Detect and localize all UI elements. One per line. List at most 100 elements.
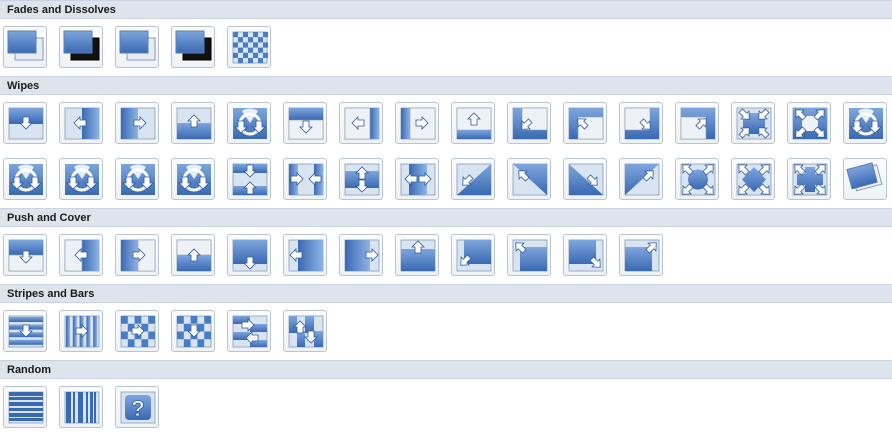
comb-vertical-icon [288, 315, 324, 348]
push-left-icon [64, 239, 100, 272]
transition-uncover-right-button[interactable] [395, 102, 439, 144]
transition-cut-through-black-button[interactable] [171, 26, 215, 68]
newsflash-icon [846, 162, 883, 192]
cut-through-black-icon [175, 30, 212, 61]
transition-box-in-button[interactable] [731, 102, 775, 144]
transition-wheel-8-spokes-button[interactable] [171, 158, 215, 200]
cover-right-up-icon [624, 239, 660, 272]
transition-cover-right-button[interactable] [339, 234, 383, 276]
section-header: Random [0, 360, 892, 379]
strips-right-up-icon [624, 163, 660, 196]
section-fades-and-dissolves: Fades and Dissolves [0, 0, 892, 68]
transition-fade-through-black-button[interactable] [59, 26, 103, 68]
transition-split-horizontal-in-button[interactable] [227, 158, 271, 200]
transition-comb-vertical-button[interactable] [283, 310, 327, 352]
transition-uncover-right-down-button[interactable] [619, 102, 663, 144]
fade-smoothly-icon [7, 30, 44, 61]
cut-icon [119, 30, 156, 61]
strips-right-down-icon [568, 163, 604, 196]
push-right-icon [120, 239, 156, 272]
transition-uncover-right-up-button[interactable] [675, 102, 719, 144]
transition-uncover-left-up-button[interactable] [563, 102, 607, 144]
split-horizontal-out-icon [344, 163, 380, 196]
transition-blinds-vertical-button[interactable] [59, 310, 103, 352]
uncover-left-down-icon [512, 107, 548, 140]
transition-strips-right-up-button[interactable] [619, 158, 663, 200]
transition-comb-horizontal-button[interactable] [227, 310, 271, 352]
transition-wheel-2-spokes-button[interactable] [3, 158, 47, 200]
transition-uncover-up-button[interactable] [451, 102, 495, 144]
transition-wheel-1-spoke-button[interactable] [843, 102, 887, 144]
transition-cover-down-button[interactable] [227, 234, 271, 276]
transition-checkerboard-across-button[interactable] [115, 310, 159, 352]
transition-push-right-button[interactable] [115, 234, 159, 276]
uncover-left-up-icon [568, 107, 604, 140]
transition-wipe-left-button[interactable] [59, 102, 103, 144]
split-horizontal-in-icon [232, 163, 268, 196]
cover-left-down-icon [456, 239, 492, 272]
transition-push-up-button[interactable] [171, 234, 215, 276]
transition-fade-smoothly-button[interactable] [3, 26, 47, 68]
section-random: Random ? [0, 360, 892, 428]
cover-down-icon [232, 239, 268, 272]
checkerboard-across-icon [120, 315, 156, 348]
transition-wheel-3-spokes-button[interactable] [59, 158, 103, 200]
transition-random-bars-vertical-button[interactable] [59, 386, 103, 428]
transition-strips-left-down-button[interactable] [451, 158, 495, 200]
transition-newsflash-button[interactable] [843, 158, 887, 200]
box-in-icon [736, 107, 772, 140]
transition-cover-left-down-button[interactable] [451, 234, 495, 276]
push-up-icon [176, 239, 212, 272]
transition-wedge-button[interactable] [227, 102, 271, 144]
checkerboard-down-icon [176, 315, 212, 348]
wheel-3-spokes-icon [65, 164, 99, 195]
gallery-row [3, 26, 283, 68]
fade-through-black-icon [63, 30, 100, 61]
transition-cut-button[interactable] [115, 26, 159, 68]
transition-wipe-right-button[interactable] [115, 102, 159, 144]
transition-cover-right-up-button[interactable] [619, 234, 663, 276]
section-header: Push and Cover [0, 208, 892, 227]
transition-uncover-left-down-button[interactable] [507, 102, 551, 144]
uncover-right-down-icon [624, 107, 660, 140]
cover-right-down-icon [568, 239, 604, 272]
wipe-left-icon [64, 107, 100, 140]
transition-wipe-up-button[interactable] [171, 102, 215, 144]
transition-split-horizontal-out-button[interactable] [339, 158, 383, 200]
gallery-row [3, 234, 675, 276]
section-header: Wipes [0, 76, 892, 95]
transition-split-vertical-out-button[interactable] [395, 158, 439, 200]
transition-wipe-down-button[interactable] [3, 102, 47, 144]
transition-random-bars-horizontal-button[interactable] [3, 386, 47, 428]
dissolve-icon [232, 31, 268, 64]
transition-blinds-horizontal-button[interactable] [3, 310, 47, 352]
uncover-right-icon [400, 107, 436, 140]
split-vertical-in-icon [288, 163, 324, 196]
transition-box-out-button[interactable] [787, 102, 831, 144]
gallery-row [3, 158, 892, 200]
transition-cover-left-button[interactable] [283, 234, 327, 276]
transition-diamond-button[interactable] [731, 158, 775, 200]
transition-circle-button[interactable] [675, 158, 719, 200]
transition-uncover-left-button[interactable] [339, 102, 383, 144]
transition-wheel-4-spokes-button[interactable] [115, 158, 159, 200]
transition-push-down-button[interactable] [3, 234, 47, 276]
transition-uncover-down-button[interactable] [283, 102, 327, 144]
transition-strips-left-up-button[interactable] [507, 158, 551, 200]
section-push-and-cover: Push and Cover [0, 208, 892, 276]
transition-dissolve-button[interactable] [227, 26, 271, 68]
transition-strips-right-down-button[interactable] [563, 158, 607, 200]
section-stripes-and-bars: Stripes and Bars [0, 284, 892, 352]
transition-random-transition-button[interactable]: ? [115, 386, 159, 428]
transition-split-vertical-in-button[interactable] [283, 158, 327, 200]
blinds-horizontal-icon [8, 315, 44, 348]
blinds-vertical-icon [64, 315, 100, 348]
transition-cover-right-down-button[interactable] [563, 234, 607, 276]
transition-cover-up-button[interactable] [395, 234, 439, 276]
transition-push-left-button[interactable] [59, 234, 103, 276]
transition-cover-left-up-button[interactable] [507, 234, 551, 276]
transition-plus-button[interactable] [787, 158, 831, 200]
section-wipes: Wipes [0, 76, 892, 200]
transition-checkerboard-down-button[interactable] [171, 310, 215, 352]
gallery-row [3, 310, 339, 352]
